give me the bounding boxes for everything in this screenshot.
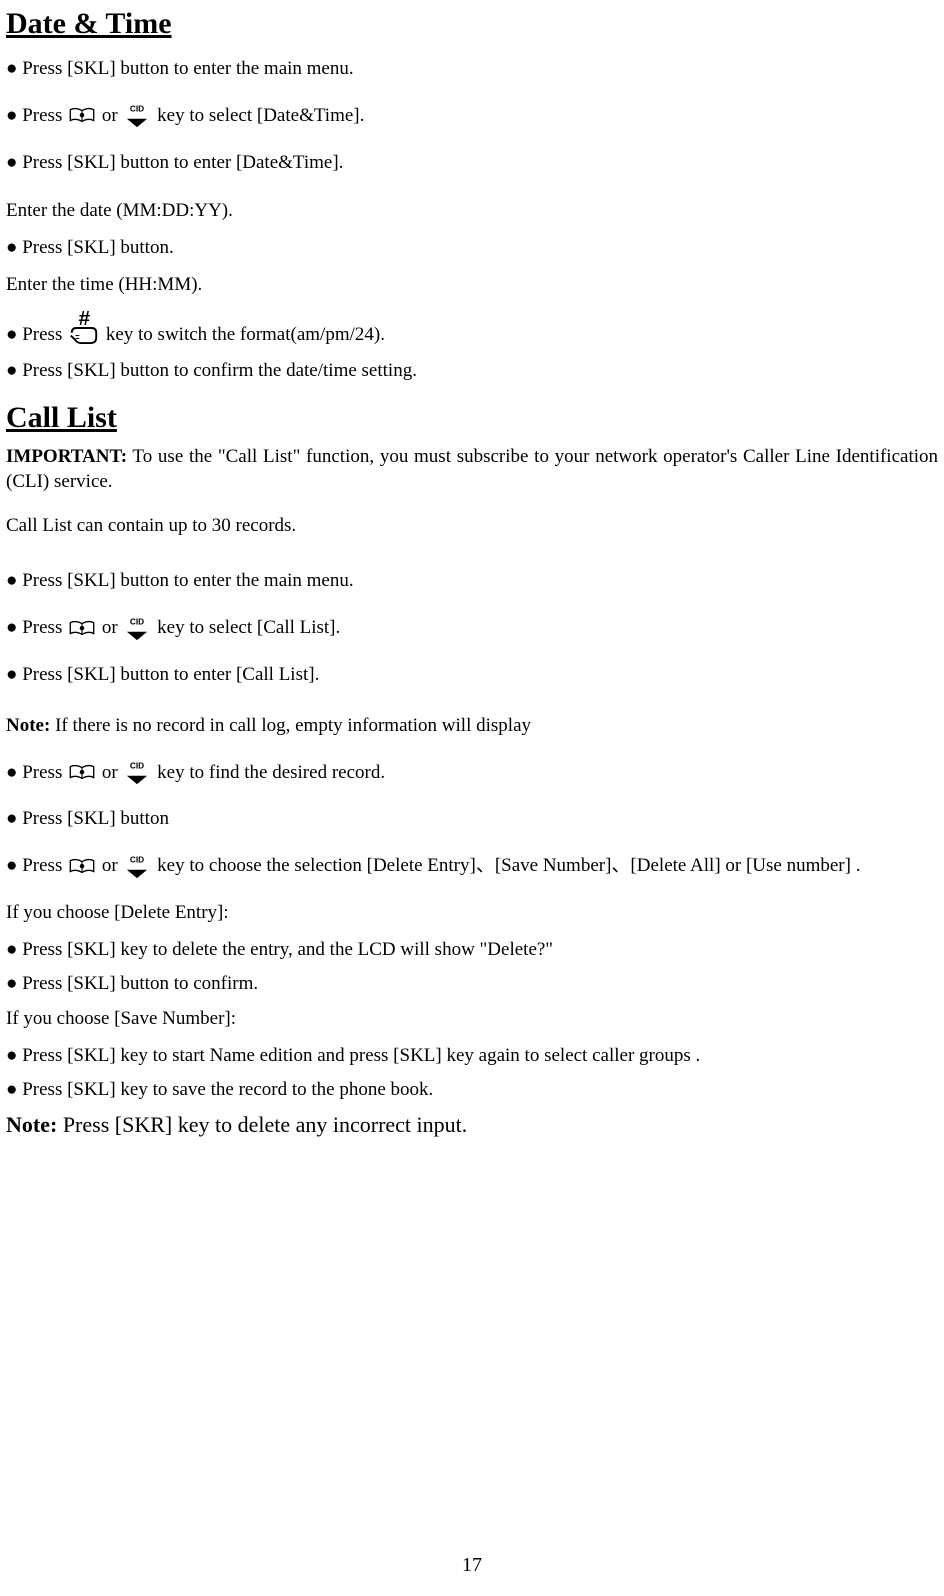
important-text: To use the "Call List" function, you mus… (6, 446, 938, 492)
date-time-heading: Date & Time (6, 4, 938, 43)
call-list-heading: Call List (6, 398, 938, 437)
phonebook-icon (68, 858, 96, 876)
s1-bullet-1: ● Press [SKL] button to enter the main m… (6, 57, 938, 82)
note-label: Note: (6, 1112, 57, 1137)
s2-bullet-9: ● Press [SKL] key to start Name edition … (6, 1044, 938, 1069)
text: or (102, 854, 118, 879)
text: key to choose the selection [Delete Entr… (157, 854, 860, 879)
s2-bullet-8: ● Press [SKL] button to confirm. (6, 972, 938, 997)
s2-bullet-2: ● Press or key to select [Call List]. (6, 616, 938, 641)
text: ● Press (6, 854, 62, 879)
s2-bullet-5: ● Press [SKL] button (6, 807, 938, 832)
text: ● Press (6, 323, 62, 348)
s1-para-date: Enter the date (MM:DD:YY). (6, 199, 938, 224)
s2-note-2: Note: Press [SKR] key to delete any inco… (6, 1111, 938, 1140)
phonebook-icon (68, 764, 96, 782)
s1-bullet-6: ● Press [SKL] button to confirm the date… (6, 359, 938, 384)
s2-bullet-7: ● Press [SKL] key to delete the entry, a… (6, 938, 938, 963)
s2-bullet-4: ● Press or key to find the desired recor… (6, 760, 938, 785)
phonebook-icon (68, 107, 96, 125)
s1-bullet-5: ● Press key to switch the format(am/pm/2… (6, 309, 938, 347)
note-label: Note: (6, 715, 50, 736)
s1-bullet-2: ● Press or key to select [Date&Time]. (6, 104, 938, 129)
text: key to find the desired record. (157, 761, 385, 786)
s2-para-delete-entry: If you choose [Delete Entry]: (6, 901, 938, 926)
text: key to select [Call List]. (157, 616, 340, 641)
s1-bullet-4: ● Press [SKL] button. (6, 236, 938, 261)
text: key to switch the format(am/pm/24). (106, 323, 385, 348)
s2-bullet-6: ● Press or key to choose the selection [… (6, 854, 938, 879)
s2-bullet-3: ● Press [SKL] button to enter [Call List… (6, 663, 938, 688)
s1-para-time: Enter the time (HH:MM). (6, 273, 938, 298)
s1-bullet-3: ● Press [SKL] button to enter [Date&Time… (6, 151, 938, 176)
text: or (102, 104, 118, 129)
s2-bullet-1: ● Press [SKL] button to enter the main m… (6, 569, 938, 594)
note-text: If there is no record in call log, empty… (50, 715, 531, 736)
s2-para-1: Call List can contain up to 30 records. (6, 514, 938, 539)
phonebook-icon (68, 620, 96, 638)
cid-down-icon (123, 855, 151, 879)
cid-down-icon (123, 104, 151, 128)
s2-bullet-10: ● Press [SKL] key to save the record to … (6, 1078, 938, 1103)
text: or (102, 616, 118, 641)
text: ● Press (6, 104, 62, 129)
cid-down-icon (123, 761, 151, 785)
cid-down-icon (123, 617, 151, 641)
page-number: 17 (0, 1552, 944, 1578)
text: key to select [Date&Time]. (157, 104, 364, 129)
text: ● Press (6, 761, 62, 786)
s2-note-1: Note: If there is no record in call log,… (6, 714, 938, 739)
s2-para-save-number: If you choose [Save Number]: (6, 1007, 938, 1032)
important-label: IMPORTANT: (6, 446, 127, 467)
text: or (102, 761, 118, 786)
s2-important: IMPORTANT: To use the "Call List" functi… (6, 445, 938, 494)
hash-key-icon (68, 309, 100, 347)
text: ● Press (6, 616, 62, 641)
note-text: Press [SKR] key to delete any incorrect … (57, 1112, 467, 1137)
